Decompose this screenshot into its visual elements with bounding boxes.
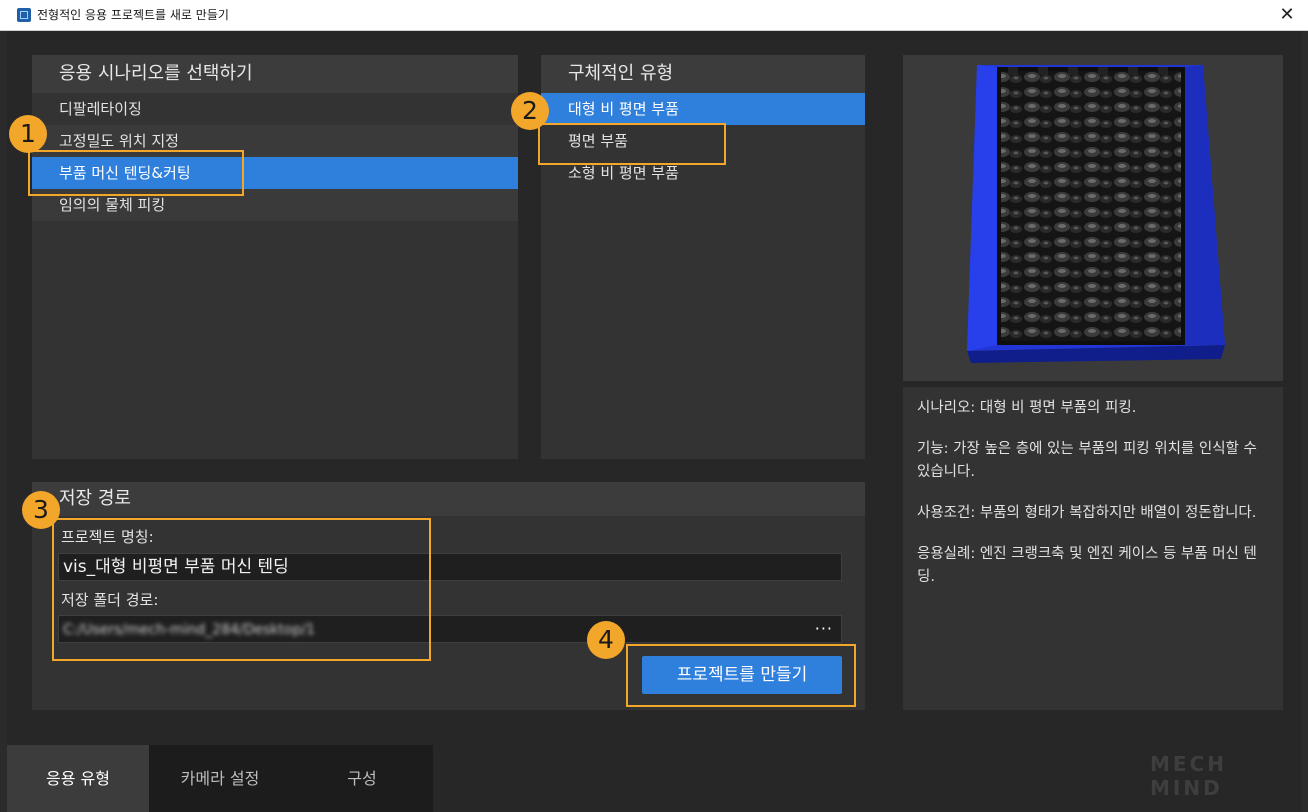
type-item-small-nonplanar[interactable]: 소형 비 평면 부품 [541,157,865,189]
close-icon[interactable]: ✕ [1274,2,1300,28]
step-badge-2: 2 [511,92,549,130]
type-header: 구체적인 유형 [541,55,865,93]
folder-path-input[interactable]: C:/Users/mech-mind_284/Desktop/1 ··· [58,615,842,643]
save-header: 저장 경로 [32,482,865,516]
step-badge-3: 3 [22,491,60,529]
scenario-header: 응용 시나리오를 선택하기 [32,55,518,93]
scenario-item-random-picking[interactable]: 임의의 물체 피킹 [32,189,518,221]
tab-configuration[interactable]: 구성 [291,745,433,812]
step-badge-4: 4 [587,621,625,659]
save-panel: 저장 경로 프로젝트 명칭: vis_대형 비평면 부품 머신 텐딩 저장 폴더… [32,482,865,710]
description-panel: 시나리오: 대형 비 평면 부품의 피킹. 기능: 가장 높은 층에 있는 부품… [903,387,1283,710]
type-item-large-nonplanar[interactable]: 대형 비 평면 부품 [541,93,865,125]
scenario-item-high-precision[interactable]: 고정밀도 위치 지정 [32,125,518,157]
project-name-input[interactable]: vis_대형 비평면 부품 머신 텐딩 [58,553,842,581]
dialog-body: 응용 시나리오를 선택하기 디팔레타이징 고정밀도 위치 지정 부품 머신 텐딩… [7,31,1302,812]
type-item-planar[interactable]: 평면 부품 [541,125,865,157]
parts-bin-image [967,65,1225,363]
brand-watermark: MECH MIND [1150,752,1227,800]
description-examples: 응용실례: 엔진 크랭크축 및 엔진 케이스 등 부품 머신 텐딩. [917,546,1257,585]
title-bar: 전형적인 응용 프로젝트를 새로 만들기 ✕ [0,0,1308,31]
description-function: 기능: 가장 높은 층에 있는 부품의 피킹 위치를 인식할 수 있습니다. [917,441,1257,480]
project-name-label: 프로젝트 명칭: [61,528,154,546]
type-panel: 구체적인 유형 대형 비 평면 부품 평면 부품 소형 비 평면 부품 [541,55,865,459]
description-conditions: 사용조건: 부품의 형태가 복잡하지만 배열이 정돈합니다. [917,505,1257,521]
step-badge-1: 1 [9,115,47,153]
folder-path-value: C:/Users/mech-mind_284/Desktop/1 [63,622,316,638]
scenario-item-depalletizing[interactable]: 디팔레타이징 [32,93,518,125]
window-title: 전형적인 응용 프로젝트를 새로 만들기 [37,8,229,22]
folder-path-label: 저장 폴더 경로: [61,591,159,609]
preview-panel [903,55,1283,381]
browse-folder-button[interactable]: ··· [815,616,833,642]
description-scenario: 시나리오: 대형 비 평면 부품의 피킹. [917,400,1137,416]
create-project-button[interactable]: 프로젝트를 만들기 [642,656,842,694]
app-icon [17,8,31,22]
scenario-item-machine-tending[interactable]: 부품 머신 텐딩&커팅 [32,157,518,189]
tab-camera-settings[interactable]: 카메라 설정 [149,745,291,812]
tab-application-type[interactable]: 응용 유형 [7,745,149,812]
scenario-panel: 응용 시나리오를 선택하기 디팔레타이징 고정밀도 위치 지정 부품 머신 텐딩… [32,55,518,459]
bottom-tab-bar: 응용 유형 카메라 설정 구성 [7,745,433,812]
